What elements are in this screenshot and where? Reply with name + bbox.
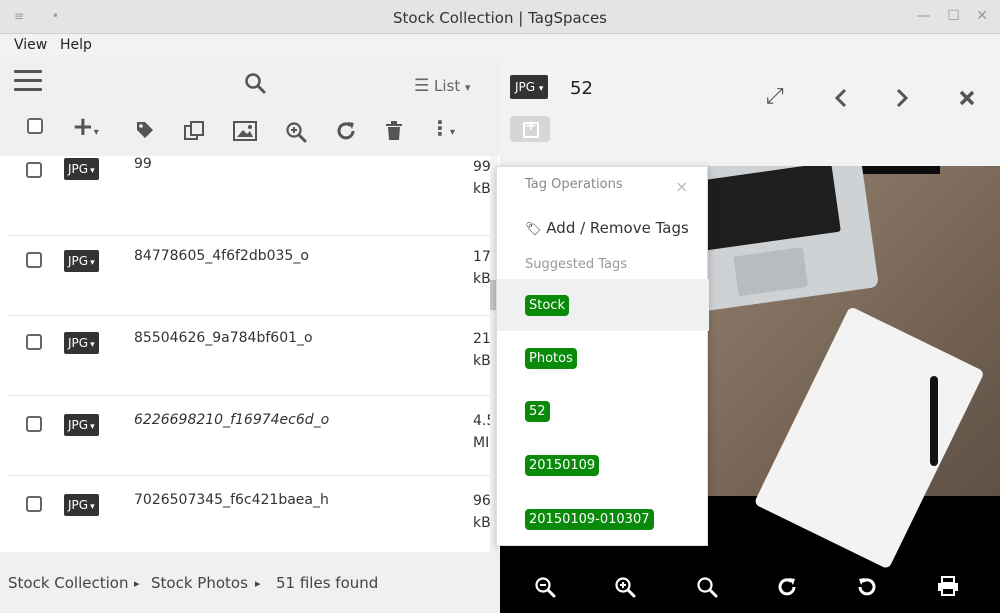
menu-help[interactable]: Help <box>60 37 92 53</box>
suggested-tag-item[interactable]: Photos <box>497 332 709 384</box>
breadcrumb-stock-photos[interactable]: Stock Photos <box>151 574 248 592</box>
zoom-in-icon[interactable] <box>614 576 636 598</box>
suggested-tag-item[interactable]: 20150109 <box>497 439 709 491</box>
row-checkbox[interactable] <box>26 496 42 512</box>
rotate-left-icon[interactable] <box>856 576 878 598</box>
tag-chip[interactable]: 52 <box>525 401 550 422</box>
file-browser-panel: ☰ List ▾ +▾ ⋮▾ JPG ▾ 99 99 kB JPG ▾ 8477… <box>0 60 500 613</box>
add-remove-tags-label: Add / Remove Tags <box>546 219 689 237</box>
close-window-icon[interactable]: ✕ <box>976 8 988 24</box>
next-icon[interactable] <box>894 88 910 108</box>
row-checkbox[interactable] <box>26 416 42 432</box>
photo-touchpad <box>733 246 809 297</box>
file-name: 84778605_4f6f2db035_o <box>134 248 309 264</box>
file-name: 7026507345_f6c421baea_h <box>134 492 329 508</box>
search-icon[interactable] <box>244 72 266 94</box>
add-remove-tags-button[interactable]: 🏷 Add / Remove Tags <box>525 219 689 237</box>
suggested-tag-item[interactable]: Stock <box>497 279 709 331</box>
file-row[interactable]: JPG▾ 6226698210_f16974ec6d_o 4.5MI <box>8 396 493 476</box>
file-row[interactable]: JPG ▾ 84778605_4f6f2db035_o 17 kB <box>8 236 492 316</box>
trash-icon[interactable] <box>385 121 403 141</box>
list-icon: ☰ <box>414 76 430 96</box>
add-tag-button[interactable] <box>510 116 550 142</box>
tag-chip[interactable]: 20150109 <box>525 455 600 476</box>
chevron-down-icon: ▾ <box>465 81 471 94</box>
suggested-tag-item[interactable]: 20150109-010307 <box>497 493 709 545</box>
suggested-tag-item[interactable]: 52 <box>497 385 709 437</box>
chevron-down-icon: ▾ <box>538 84 544 94</box>
zoom-reset-icon[interactable] <box>696 576 718 598</box>
rotate-right-icon[interactable] <box>776 576 798 598</box>
fullscreen-icon[interactable]: ⤢ <box>766 84 784 109</box>
row-checkbox[interactable] <box>26 334 42 350</box>
chevron-down-icon: ▾ <box>90 502 95 512</box>
breadcrumb-stock-collection[interactable]: Stock Collection <box>8 574 128 592</box>
tag-operations-popup: Tag Operations × 🏷 Add / Remove Tags Sug… <box>496 166 709 546</box>
menu-view[interactable]: View <box>14 37 47 53</box>
row-checkbox[interactable] <box>26 162 42 178</box>
file-row[interactable]: JPG ▾ 99 99 kB <box>8 156 492 236</box>
status-footer: Stock Collection ▸ Stock Photos ▸ 51 fil… <box>0 552 500 613</box>
zoom-in-icon[interactable] <box>285 121 307 143</box>
image-icon[interactable] <box>233 121 257 141</box>
chevron-down-icon: ▾ <box>90 340 95 350</box>
breadcrumb-separator-icon: ▸ <box>255 577 261 590</box>
file-type-badge[interactable]: JPG ▾ <box>64 158 99 180</box>
more-caret-icon: ▾ <box>450 127 456 138</box>
file-name: 99 <box>134 156 152 172</box>
file-type-badge[interactable]: JPG ▾ <box>64 250 99 272</box>
list-label: List <box>434 77 461 95</box>
window-title: Stock Collection | TagSpaces <box>393 9 607 27</box>
photo-notebook <box>753 306 985 570</box>
tag-icon[interactable] <box>135 120 155 140</box>
action-toolbar: +▾ ⋮▾ <box>0 112 500 156</box>
previous-icon[interactable] <box>833 88 849 108</box>
tag-chip[interactable]: 20150109-010307 <box>525 509 654 530</box>
zoom-out-icon[interactable] <box>534 576 556 598</box>
close-icon[interactable]: × <box>675 177 688 196</box>
menu-bar: View Help <box>0 34 1000 60</box>
chevron-down-icon: ▾ <box>90 422 95 432</box>
minimize-icon[interactable]: — <box>917 8 931 24</box>
file-name: 85504626_9a784bf601_o <box>134 330 313 346</box>
file-list: JPG ▾ 99 99 kB JPG ▾ 84778605_4f6f2db035_o … <box>0 156 500 552</box>
hamburger-menu-icon[interactable] <box>14 70 42 92</box>
maximize-icon[interactable]: ☐ <box>947 8 960 24</box>
preview-controls <box>500 556 1000 613</box>
tag-icon: 🏷 <box>525 222 542 237</box>
file-row[interactable]: JPG ▾ 7026507345_f6c421baea_h 96 kB <box>8 476 492 552</box>
suggested-tags-label: Suggested Tags <box>525 257 628 272</box>
select-all-checkbox[interactable] <box>27 118 43 134</box>
more-options-icon[interactable]: ⋮▾ <box>430 116 455 140</box>
close-viewer-icon[interactable] <box>958 89 976 107</box>
window-titlebar: ≡ • Stock Collection | TagSpaces — ☐ ✕ <box>0 0 1000 34</box>
chevron-down-icon: ▾ <box>90 258 95 268</box>
add-caret-icon: ▾ <box>93 127 99 138</box>
photo-pen <box>930 376 938 466</box>
popup-header: Tag Operations <box>525 177 623 192</box>
file-name: 6226698210_f16974ec6d_o <box>134 412 330 428</box>
chevron-down-icon: ▾ <box>90 166 95 176</box>
refresh-icon[interactable] <box>335 120 357 142</box>
window-controls: — ☐ ✕ <box>905 8 988 24</box>
viewer-file-type-badge[interactable]: JPG ▾ <box>510 75 549 99</box>
breadcrumb-separator-icon: ▸ <box>134 577 140 590</box>
add-icon[interactable]: +▾ <box>72 112 99 142</box>
copy-icon[interactable] <box>183 120 205 142</box>
viewer-file-title: 52 <box>570 78 593 99</box>
tag-chip[interactable]: Photos <box>525 348 577 369</box>
files-found-status: 51 files found <box>276 574 379 592</box>
top-toolbar: ☰ List ▾ <box>0 60 500 112</box>
file-row[interactable]: JPG ▾ 85504626_9a784bf601_o 21 kB <box>8 316 492 396</box>
tag-chip[interactable]: Stock <box>525 295 569 316</box>
row-checkbox[interactable] <box>26 252 42 268</box>
file-type-badge[interactable]: JPG ▾ <box>64 414 99 436</box>
file-type-badge[interactable]: JPG ▾ <box>64 332 99 354</box>
list-view-button[interactable]: ☰ List ▾ <box>414 76 471 96</box>
print-icon[interactable] <box>937 576 959 596</box>
file-type-badge[interactable]: JPG ▾ <box>64 494 99 516</box>
